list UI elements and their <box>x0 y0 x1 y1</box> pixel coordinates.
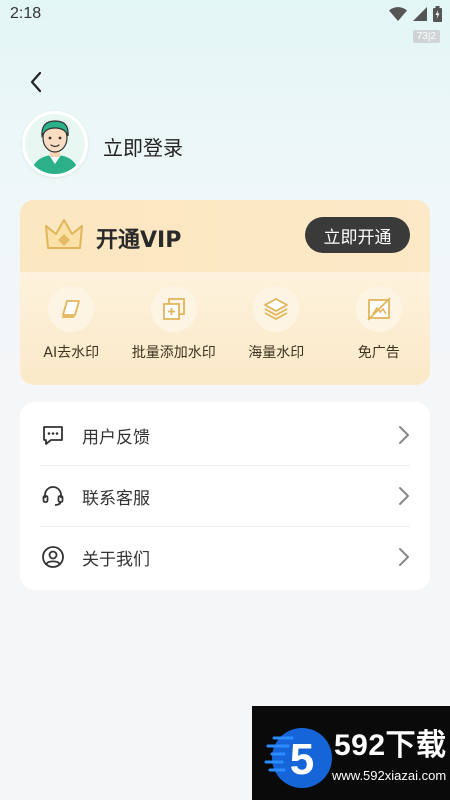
menu-item-feedback[interactable]: 用户反馈 <box>40 405 410 465</box>
chevron-left-icon <box>30 71 42 93</box>
feature-label: AI去水印 <box>43 345 100 361</box>
feature-massive-watermarks[interactable]: 海量水印 <box>225 286 328 362</box>
592-logo-icon: 5 <box>264 728 332 788</box>
feature-icon-wrap <box>150 286 197 332</box>
headset-icon <box>40 483 66 509</box>
eraser-icon <box>62 300 81 318</box>
feature-label: 免广告 <box>357 345 400 361</box>
menu-item-about-us[interactable]: 关于我们 <box>40 527 410 587</box>
chevron-right-icon <box>399 426 409 444</box>
hud-badge: 73|2 <box>412 30 440 43</box>
user-circle-icon <box>40 544 66 570</box>
vip-features: AI去水印 批量添加水印 海量水印 免广告 <box>20 286 430 362</box>
feature-icon-wrap <box>355 286 402 332</box>
menu-card: 用户反馈 联系客服 关于我们 <box>20 402 430 590</box>
login-link[interactable]: 立即登录 <box>103 132 183 161</box>
default-avatar-icon <box>25 114 85 174</box>
feature-ai-remove-watermark[interactable]: AI去水印 <box>20 286 123 362</box>
signal-icon <box>413 7 427 21</box>
site-watermark: 5 592下载 www.592xiazai.com <box>252 706 450 800</box>
vip-card: 开通VIP 立即开通 AI去水印 批量添加水印 海量水印 免广告 <box>20 200 430 385</box>
vip-title: 开通VIP <box>96 228 182 253</box>
menu-item-customer-service[interactable]: 联系客服 <box>40 466 410 526</box>
feature-no-ads[interactable]: 免广告 <box>328 286 431 362</box>
batch-add-icon <box>162 298 185 320</box>
watermark-title: 592下载 <box>334 729 447 762</box>
vip-header: 开通VIP 立即开通 <box>20 200 430 272</box>
feedback-icon <box>40 422 66 448</box>
menu-item-label: 联系客服 <box>82 488 150 509</box>
feature-batch-add-watermark[interactable]: 批量添加水印 <box>123 286 226 362</box>
feature-icon-wrap <box>253 286 300 332</box>
feature-label: 批量添加水印 <box>131 345 216 361</box>
layers-icon <box>264 298 289 320</box>
watermark-url: www.592xiazai.com <box>332 768 447 783</box>
status-icons <box>389 6 442 22</box>
logo-digit: 5 <box>290 735 314 784</box>
no-ads-icon <box>367 297 391 321</box>
status-bar: 2:18 <box>0 0 450 30</box>
status-time: 2:18 <box>10 5 42 22</box>
battery-icon <box>433 6 442 22</box>
chevron-right-icon <box>399 487 409 505</box>
back-button[interactable] <box>22 68 50 96</box>
vip-open-button[interactable]: 立即开通 <box>305 217 410 253</box>
feature-icon-wrap <box>48 286 95 332</box>
wifi-icon <box>389 7 407 21</box>
menu-item-label: 关于我们 <box>82 549 150 570</box>
crown-icon <box>45 219 83 249</box>
feature-label: 海量水印 <box>248 345 305 361</box>
menu-item-label: 用户反馈 <box>82 427 150 448</box>
chevron-right-icon <box>399 548 409 566</box>
avatar[interactable] <box>22 111 88 177</box>
